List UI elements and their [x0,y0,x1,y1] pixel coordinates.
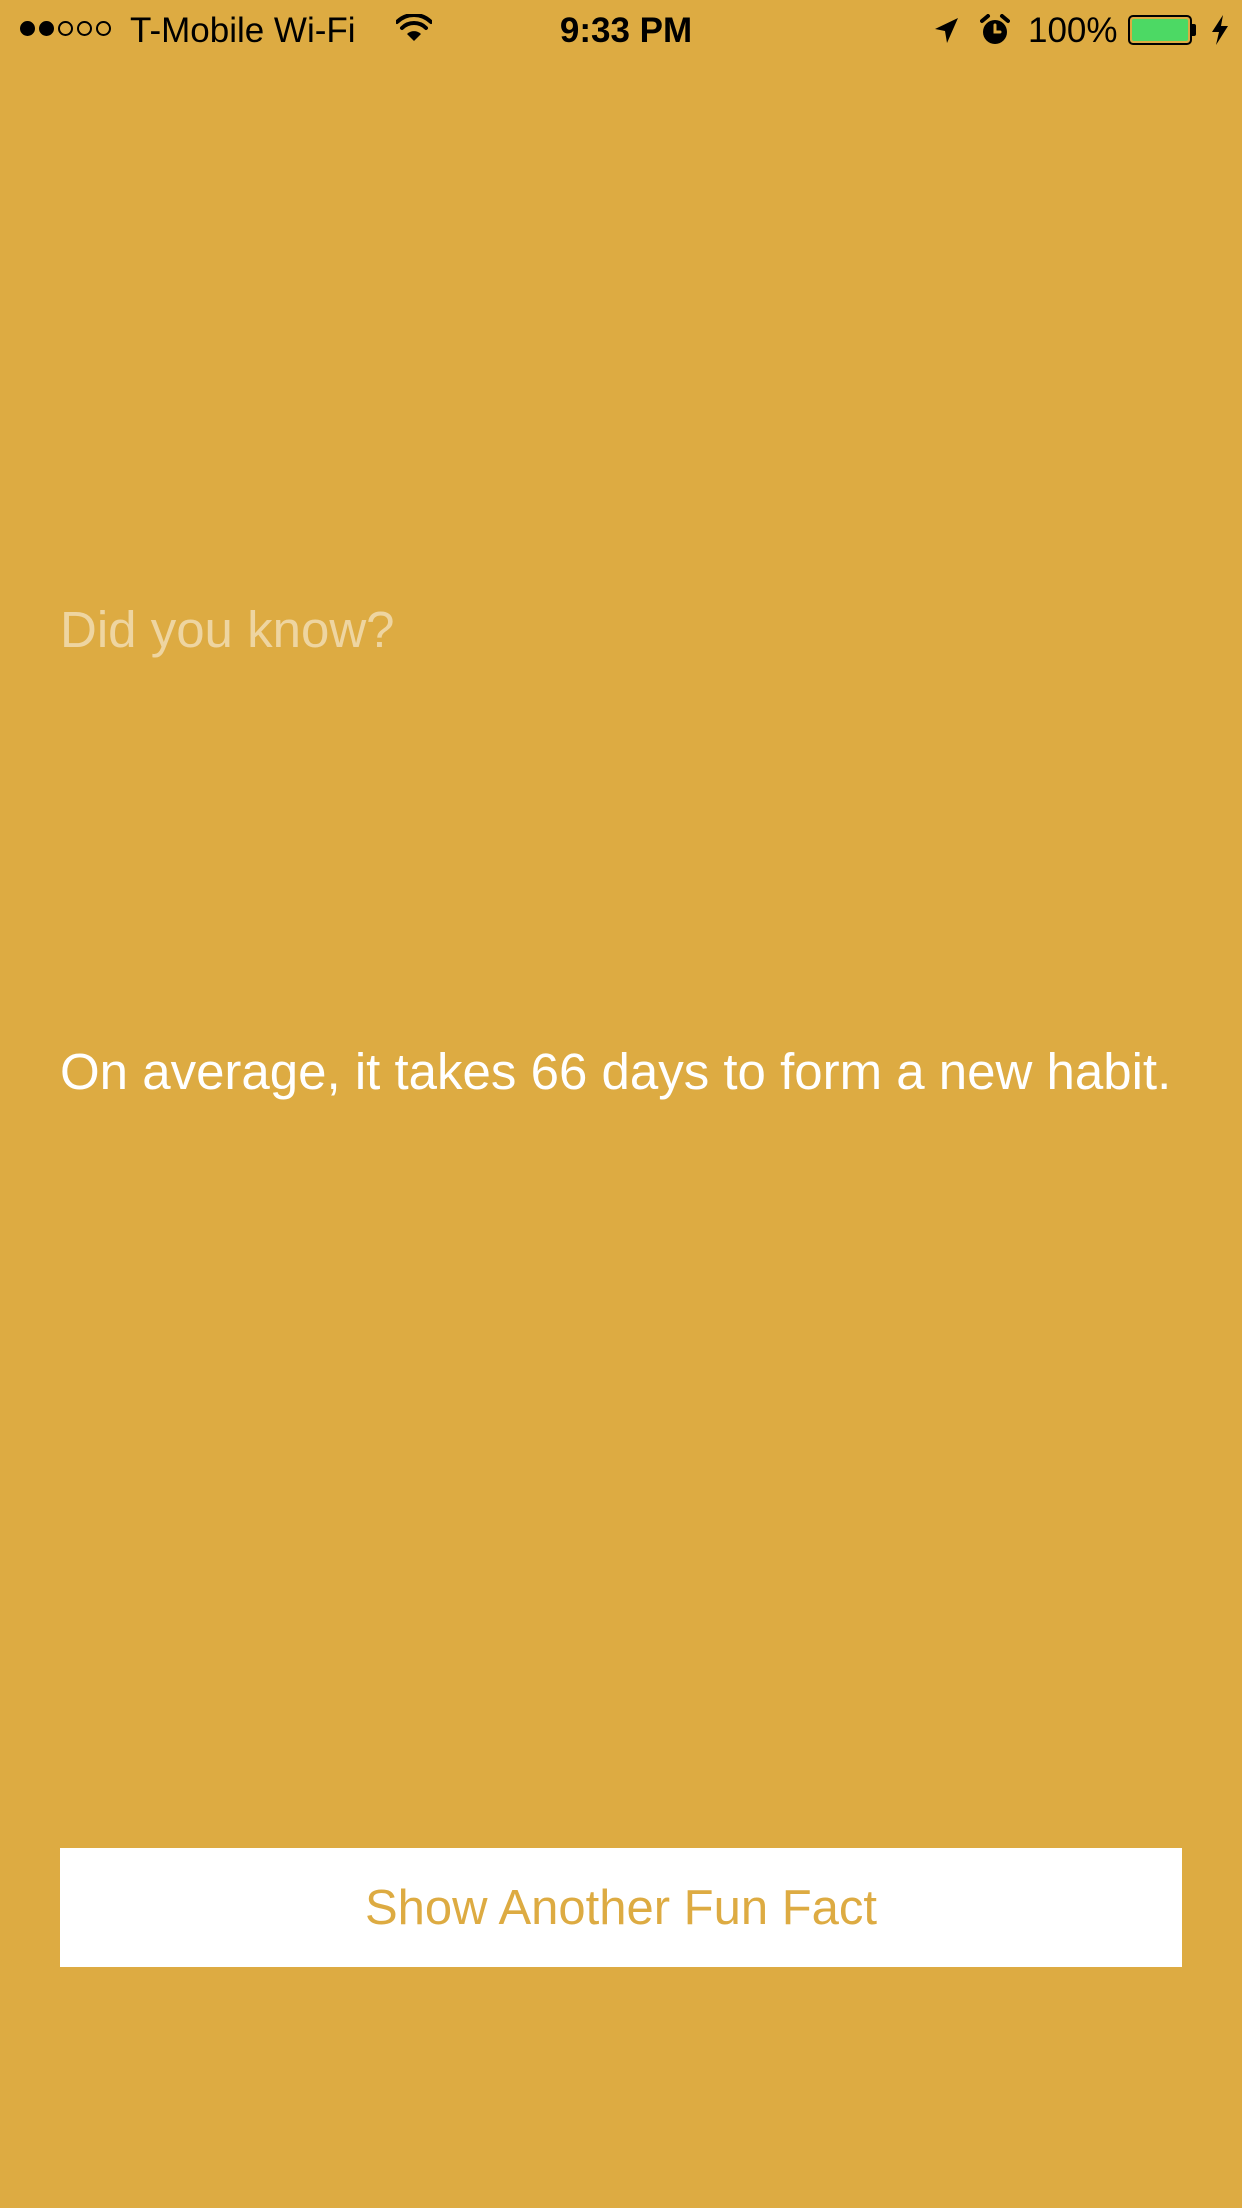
charging-bolt-icon [1212,15,1228,45]
battery-icon [1128,15,1198,45]
show-another-fun-fact-button[interactable]: Show Another Fun Fact [60,1848,1182,1967]
location-arrow-icon [935,18,958,43]
battery-percentage: 100% [1028,11,1118,50]
status-bar: T-Mobile Wi-Fi 9:33 PM 100% [0,0,1242,62]
alarm-icon [980,14,1010,44]
fun-fact-text: On average, it takes 66 days to form a n… [60,1043,1172,1100]
intro-label: Did you know? [60,601,395,658]
battery-fill [1132,19,1188,41]
app-screen: T-Mobile Wi-Fi 9:33 PM 100% Did you know [0,0,1242,2208]
battery-terminal [1192,24,1196,36]
battery-body [1128,15,1192,45]
